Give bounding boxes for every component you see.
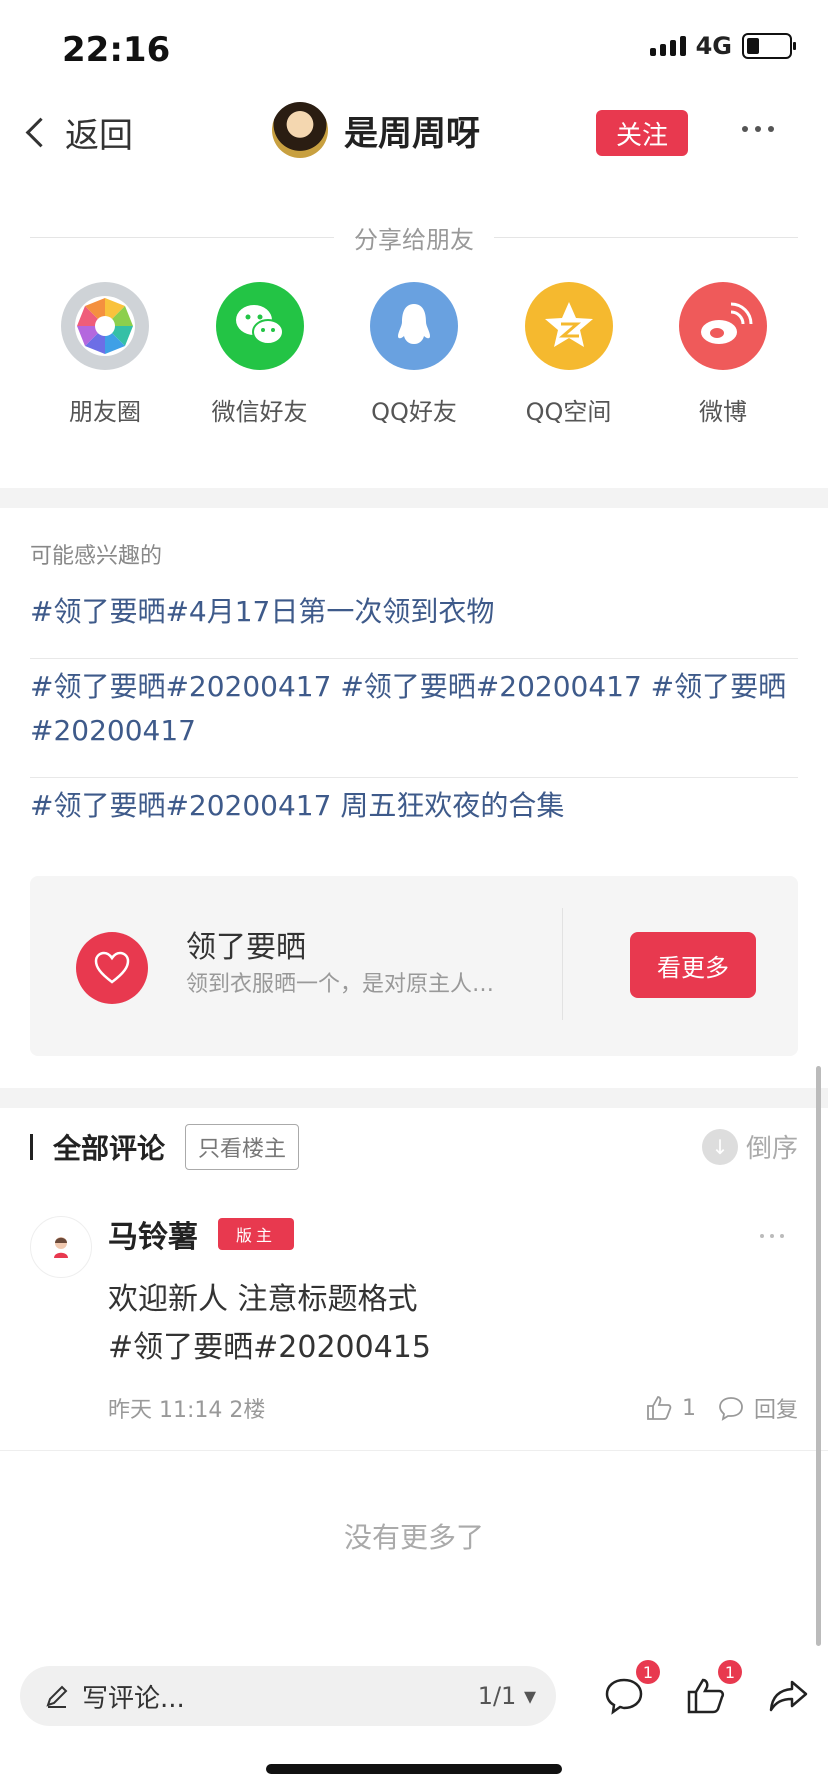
moderator-badge: 版主: [218, 1218, 295, 1250]
avatar[interactable]: [30, 1216, 92, 1278]
comments-header: 全部评论 只看楼主: [30, 1124, 300, 1170]
comment-line: 欢迎新人 注意标题格式: [108, 1282, 418, 1317]
more-icon[interactable]: [742, 126, 774, 132]
comment-text: 欢迎新人 注意标题格式 #领了要晒#20200415: [108, 1276, 431, 1372]
comment-input[interactable]: 写评论... 1/1 ▾: [20, 1666, 556, 1726]
share-button[interactable]: [762, 1670, 814, 1722]
like-button[interactable]: 1: [644, 1393, 696, 1423]
battery-icon: [742, 33, 796, 59]
divider: [30, 237, 334, 238]
like-post-button[interactable]: 1: [680, 1660, 742, 1722]
section-gap: [0, 1088, 828, 1108]
weibo-icon: [679, 282, 767, 370]
sort-button[interactable]: ↓ 倒序: [701, 1128, 798, 1165]
comments-button[interactable]: 1: [598, 1660, 660, 1722]
avatar[interactable]: [272, 102, 328, 158]
share-title: 分享给朋友: [354, 226, 474, 254]
share-label: QQ空间: [525, 398, 612, 426]
topic-link[interactable]: #领了要晒#20200417 周五狂欢夜的合集: [30, 778, 798, 852]
comment-placeholder: 写评论...: [82, 1683, 185, 1714]
see-more-button[interactable]: 看更多: [630, 932, 756, 998]
comment-time: 昨天 11:14: [108, 1398, 223, 1423]
comment-icon: [719, 1397, 743, 1421]
network-type: 4G: [695, 32, 732, 60]
scrollbar[interactable]: [816, 1066, 821, 1646]
home-indicator[interactable]: [266, 1764, 562, 1774]
user-icon: [54, 1237, 68, 1258]
wechat-icon: [215, 282, 304, 370]
divider: [562, 908, 563, 1020]
share-section-header: 分享给朋友: [30, 220, 798, 255]
share-weibo[interactable]: 微博: [648, 282, 798, 427]
status-time: 22:16: [62, 30, 171, 70]
pencil-icon: [46, 1685, 68, 1708]
comments-title: 全部评论: [53, 1132, 166, 1165]
divider: [494, 237, 798, 238]
author-info[interactable]: 是周周呀: [272, 102, 480, 158]
comment-actions: 1 回复: [644, 1392, 798, 1424]
comment-count-badge: 1: [636, 1660, 660, 1684]
more-icon[interactable]: [760, 1234, 784, 1238]
reply-button[interactable]: 回复: [716, 1392, 798, 1424]
no-more-text: 没有更多了: [343, 1521, 484, 1554]
qzone-icon: [524, 282, 613, 370]
comment-line: #领了要晒#20200415: [108, 1330, 431, 1365]
page-indicator[interactable]: 1/1 ▾: [478, 1682, 536, 1710]
share-arrow-icon: [769, 1680, 808, 1712]
share-label: QQ好友: [371, 398, 457, 426]
only-owner-button[interactable]: 只看楼主: [185, 1124, 300, 1170]
sort-icon: ↓: [701, 1128, 738, 1165]
section-gap: [0, 488, 828, 508]
circle-desc: 领到衣服晒一个，是对原主人…: [186, 972, 495, 997]
share-qzone[interactable]: QQ空间: [494, 282, 644, 427]
back-button[interactable]: 返回: [25, 108, 133, 157]
topic-link[interactable]: #领了要晒#4月17日第一次领到衣物: [30, 584, 798, 659]
commenter-name[interactable]: 马铃薯: [108, 1212, 198, 1256]
share-moments[interactable]: 朋友圈: [30, 282, 180, 427]
share-label: 微博: [699, 398, 747, 426]
topic-list: #领了要晒#4月17日第一次领到衣物 #领了要晒#20200417 #领了要晒#…: [30, 584, 798, 852]
divider: [0, 1450, 828, 1451]
back-label: 返回: [65, 116, 133, 156]
signal-icon: [649, 36, 686, 56]
comment-meta: 昨天 11:14 2楼: [108, 1392, 265, 1424]
like-count-badge: 1: [718, 1660, 742, 1684]
moments-icon: [61, 282, 149, 370]
sort-label: 倒序: [745, 1134, 798, 1164]
section-marker: [30, 1134, 33, 1160]
topic-link[interactable]: #领了要晒#20200417 #领了要晒#20200417 #领了要晒#2020…: [30, 659, 798, 778]
chevron-left-icon: [25, 117, 56, 148]
like-count: 1: [681, 1395, 696, 1421]
share-label: 微信好友: [211, 398, 308, 426]
circle-card[interactable]: 领了要晒 领到衣服晒一个，是对原主人… 看更多: [30, 876, 798, 1056]
reply-label: 回复: [753, 1398, 798, 1423]
thumbs-up-icon: [647, 1396, 672, 1420]
interest-title: 可能感兴趣的: [30, 544, 163, 569]
comment-floor: 2楼: [229, 1398, 266, 1423]
share-qq[interactable]: QQ好友: [339, 282, 489, 427]
page-number: 1/1: [477, 1682, 517, 1710]
share-wechat[interactable]: 微信好友: [185, 282, 335, 427]
circle-title: 领了要晒: [186, 930, 306, 965]
share-grid: 朋友圈 微信好友 QQ好友 QQ空间 微博: [30, 282, 798, 427]
heart-icon: [76, 932, 148, 1004]
share-label: 朋友圈: [69, 398, 141, 426]
author-name[interactable]: 是周周呀: [344, 106, 480, 155]
qq-icon: [370, 282, 458, 370]
follow-button[interactable]: 关注: [596, 110, 688, 156]
status-indicators: 4G: [649, 32, 796, 60]
